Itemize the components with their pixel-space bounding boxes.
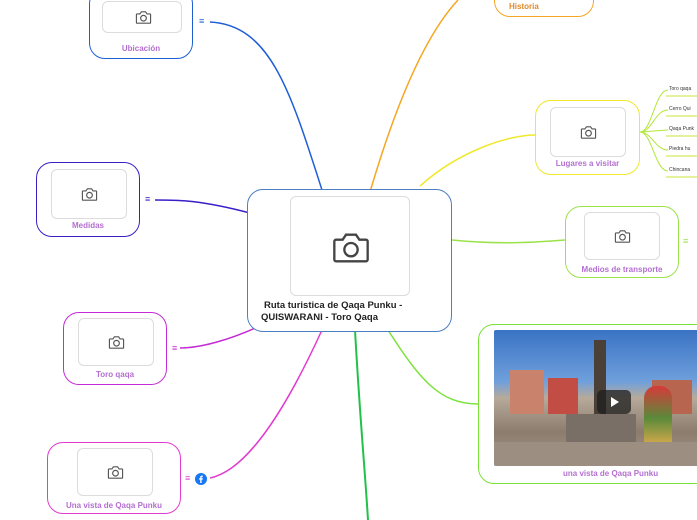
vista-left-menu-icon[interactable]: ≡ [185,474,190,483]
medidas-menu-icon[interactable]: ≡ [145,195,150,204]
node-vista-left-image [77,448,153,496]
camera-icon [107,466,124,479]
camera-icon [81,188,98,201]
node-vista-right-label: una vista de Qaqa Punku [563,469,659,478]
node-lugares-image [550,107,626,157]
node-vista-right[interactable]: una vista de Qaqa Punku [478,324,697,484]
central-node[interactable]: Ruta turistica de Qaqa Punku - QUISWARAN… [247,189,452,332]
node-medidas-image [51,169,127,219]
camera-icon [108,336,125,349]
facebook-icon[interactable] [195,473,207,485]
ground-shape [494,442,697,466]
building-shape [510,370,544,414]
camera-icon [614,230,631,243]
ubicacion-menu-icon[interactable]: ≡ [199,17,204,26]
lugares-item[interactable]: Cerro Qui [669,106,691,112]
camera-icon [580,126,597,139]
node-toro-qaqa[interactable]: Toro qaqa [63,312,167,385]
lugares-item[interactable]: Toro qaqa [669,86,691,92]
node-medios[interactable]: Medios de transporte [565,206,679,278]
central-title-line2: QUISWARANI - Toro Qaqa [261,312,378,323]
node-vista-left-label: Una vista de Qaqa Punku [65,501,163,510]
node-historia-label: Historia [509,2,539,11]
camera-icon [333,233,369,263]
node-ubicacion-label: Ubicación [121,44,161,53]
node-medios-image [584,212,660,260]
node-toro-qaqa-label: Toro qaqa [95,370,135,379]
node-medios-label: Medios de transporte [581,265,663,274]
node-toro-qaqa-image [78,318,154,366]
central-node-image [290,196,410,296]
node-vista-left[interactable]: Una vista de Qaqa Punku [47,442,181,514]
medios-menu-icon[interactable]: ≡ [683,237,688,246]
building-shape [548,378,578,414]
node-ubicacion[interactable]: Ubicación [89,0,193,59]
node-lugares[interactable]: Lugares a visitar [535,100,640,175]
lugares-item[interactable]: Qaqa Punk [669,126,694,132]
lugares-item[interactable]: Piedra hu [669,146,690,152]
toro-qaqa-menu-icon[interactable]: ≡ [172,344,177,353]
lugares-item[interactable]: Chincana [669,167,690,173]
play-icon [611,397,619,407]
node-ubicacion-image [102,1,182,33]
node-lugares-label: Lugares a visitar [555,159,620,168]
play-button[interactable] [597,390,631,414]
camera-icon [135,11,152,24]
node-medidas[interactable]: Medidas [36,162,140,237]
node-historia[interactable]: Historia [494,0,594,17]
video-thumbnail[interactable] [494,330,697,466]
central-title-line1: Ruta turistica de Qaqa Punku - [264,300,403,311]
node-medidas-label: Medidas [71,221,104,230]
